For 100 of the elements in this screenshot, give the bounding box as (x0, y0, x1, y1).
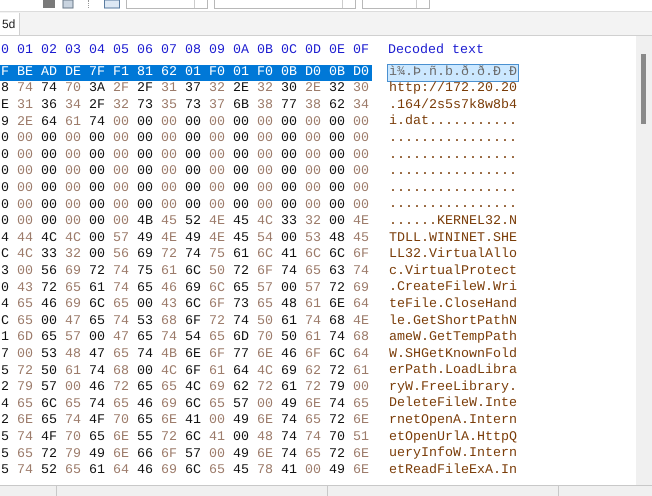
hex-byte: 6C (184, 463, 202, 480)
hex-row[interactable]: C 65 00 47 65 74 53 68 6F 72 74 50 61 74 68 4E (0, 314, 372, 330)
hex-row[interactable]: 8 74 74 70 3A 2F 2F 31 37 32 2E 32 30 2E 32 30 (0, 81, 372, 98)
hex-byte: 32 (208, 81, 226, 98)
hex-row[interactable]: 4 44 4C 4C 00 57 49 4E 49 4E 45 54 00 53 48 45 (0, 230, 372, 247)
selected-hex-row[interactable]: F BE AD DE 7F F1 81 62 01 F0 01 F0 0B D0 0B D0 (0, 64, 372, 81)
hex-row[interactable]: 0 00 00 00 00 00 00 00 00 00 00 00 00 00 00 00 (0, 131, 372, 148)
hex-row[interactable]: 0 43 72 65 61 74 65 46 69 6C 65 57 00 57 72 69 (0, 280, 372, 297)
hex-byte: 51 (352, 430, 370, 446)
scrollbar[interactable] (636, 36, 652, 485)
hex-byte: 70 (328, 430, 346, 446)
hex-byte: 30 (280, 81, 298, 98)
hex-byte: 74 (280, 264, 298, 280)
hex-row[interactable]: 0 00 00 00 00 00 00 00 00 00 00 00 00 00 00 00 (0, 181, 372, 198)
hex-byte: 00 (232, 114, 250, 131)
hex-byte: 00 (184, 114, 202, 131)
hex-byte: 57 (64, 330, 82, 346)
hex-byte: 48 (280, 297, 298, 314)
hex-byte: 00 (304, 131, 322, 148)
scrollbar-thumb[interactable] (641, 54, 646, 124)
hex-byte: 65 (40, 330, 58, 346)
hex-row[interactable]: E 31 36 34 2F 32 73 35 73 37 6B 38 77 38 62 34 (0, 98, 372, 114)
hex-byte: 6E (352, 446, 370, 463)
hex-byte: 00 (256, 131, 274, 148)
hex-byte: 00 (16, 164, 34, 180)
hex-byte: 00 (328, 181, 346, 198)
hex-row[interactable]: 5 72 50 61 74 68 00 4C 6F 61 64 4C 69 62 72 61 (0, 364, 372, 380)
hex-byte: 4C (160, 364, 178, 380)
hex-byte: 50 (40, 364, 58, 380)
hex-byte: 00 (40, 314, 58, 330)
hex-byte: 00 (88, 230, 106, 247)
hex-row[interactable]: 5 74 4F 70 65 6E 55 72 6C 41 00 48 74 74 70 51 (0, 430, 372, 446)
hex-byte: 61 (304, 297, 322, 314)
hex-byte: 62 (232, 380, 250, 396)
hex-byte: 57 (256, 280, 274, 297)
hex-row[interactable]: 0 00 00 00 00 00 00 00 00 00 00 00 00 00 00 00 (0, 164, 372, 180)
decoded-text: etOpenUrlA.HttpQ (388, 430, 518, 446)
hex-row[interactable]: 9 2E 64 61 74 00 00 00 00 00 00 00 00 00 00 00 (0, 114, 372, 131)
document-icon[interactable] (62, 0, 74, 9)
hex-byte: 00 (304, 463, 322, 480)
dropdown[interactable] (126, 0, 208, 9)
hex-byte: 00 (16, 198, 34, 214)
hex-row[interactable]: 0 00 00 00 00 00 00 00 00 00 00 00 00 00 00 00 (0, 198, 372, 214)
file-tab[interactable]: 5d (0, 13, 20, 35)
hex-row[interactable]: C 4C 33 32 00 56 69 72 74 75 61 6C 41 6C 6C 6F (0, 247, 372, 264)
hex-byte: 6E (256, 346, 274, 363)
hex-byte: 2E (232, 81, 250, 98)
hex-byte: 4C (16, 247, 34, 264)
hex-byte: 72 (304, 380, 322, 396)
column-offset: 0C (280, 43, 298, 60)
hex-byte: 65 (136, 330, 154, 346)
hex-byte: 00 (208, 413, 226, 430)
hex-byte: 49 (232, 446, 250, 463)
hex-byte: 6E (184, 346, 202, 363)
hex-byte: 00 (304, 148, 322, 164)
hex-row[interactable]: 2 6E 65 74 4F 70 65 6E 41 00 49 6E 74 65 72 6E (0, 413, 372, 430)
hex-byte: 00 (88, 330, 106, 346)
hex-byte: 65 (304, 446, 322, 463)
hex-byte: 00 (16, 181, 34, 198)
dropdown[interactable] (362, 0, 430, 9)
decoded-text: ................ (388, 148, 518, 164)
hex-byte: 00 (208, 198, 226, 214)
hex-byte: 00 (64, 164, 82, 180)
hex-byte: 2E (304, 81, 322, 98)
hex-byte: 00 (160, 181, 178, 198)
hex-byte: 69 (280, 364, 298, 380)
hex-byte: 4E (352, 314, 370, 330)
hex-row[interactable]: 4 65 46 69 6C 65 00 43 6C 6F 73 65 48 61 6E 64 (0, 297, 372, 314)
hex-byte: 65 (64, 463, 82, 480)
hex-row[interactable]: 3 00 56 69 72 74 75 61 6C 50 72 6F 74 65 63 74 (0, 264, 372, 280)
hex-byte: 74 (328, 396, 346, 413)
hex-row[interactable]: 5 74 52 65 61 64 46 69 6C 65 45 78 41 00 49 6E (0, 463, 372, 480)
hex-row[interactable]: 5 65 72 79 49 6E 66 6F 57 00 49 6E 74 65 72 6E (0, 446, 372, 463)
hex-byte: 6F (160, 446, 178, 463)
hex-byte: 35 (160, 98, 178, 114)
dropdown[interactable] (214, 0, 356, 9)
hex-row[interactable]: 2 79 57 00 46 72 65 65 4C 69 62 72 61 72 79 00 (0, 380, 372, 396)
hex-byte: 48 (256, 430, 274, 446)
hex-byte: 6C (40, 396, 58, 413)
hex-byte: 43 (160, 297, 178, 314)
hex-byte: 4B (136, 214, 154, 230)
hex-row[interactable]: 7 00 53 48 47 65 74 4B 6E 6F 77 6E 46 6F 6C 64 (0, 346, 372, 363)
hex-byte: 7 (0, 346, 10, 363)
hex-row[interactable]: 0 00 00 00 00 00 4B 45 52 4E 45 4C 33 32 00 4E (0, 214, 372, 230)
hex-byte: D0 (352, 64, 370, 81)
hex-byte: 0 (0, 280, 10, 297)
hex-row[interactable]: 1 6D 65 57 00 47 65 74 54 65 6D 70 50 61 74 68 (0, 330, 372, 346)
hex-byte: 74 (352, 264, 370, 280)
hex-byte: 74 (112, 280, 130, 297)
hex-byte: 4 (0, 297, 10, 314)
hex-byte: 4C (40, 230, 58, 247)
hex-byte: 49 (328, 463, 346, 480)
hex-row[interactable]: 0 00 00 00 00 00 00 00 00 00 00 00 00 00 00 00 (0, 148, 372, 164)
hex-byte: 64 (112, 463, 130, 480)
hex-row[interactable]: 4 65 6C 65 74 65 46 69 6C 65 57 00 49 6E 74 65 (0, 396, 372, 413)
hex-byte: 65 (232, 280, 250, 297)
window-icon[interactable] (104, 0, 120, 9)
hex-byte: 6C (184, 430, 202, 446)
hex-byte: 65 (16, 396, 34, 413)
hex-byte: 6C (328, 346, 346, 363)
